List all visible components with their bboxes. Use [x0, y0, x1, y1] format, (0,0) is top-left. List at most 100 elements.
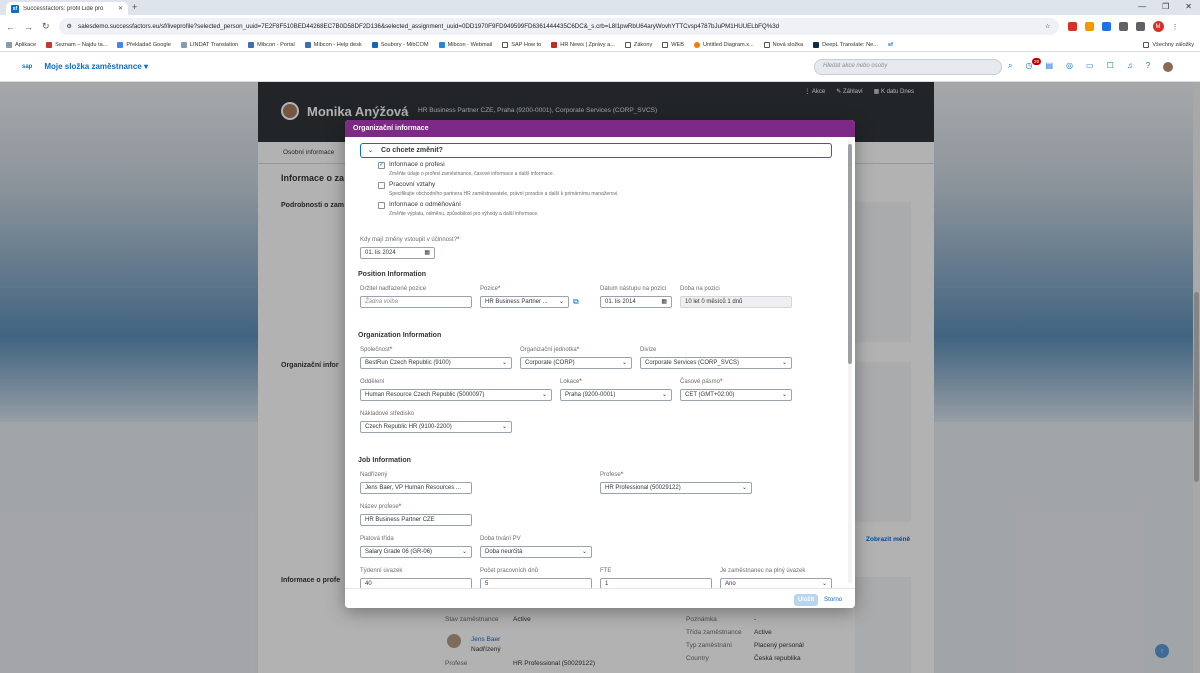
browser-tab-title: Successfactors: profil Lidé pro [23, 5, 104, 12]
bookmark-item[interactable]: Nová složka [763, 41, 803, 48]
browser-tab[interactable]: sf Successfactors: profil Lidé pro ✕ [6, 2, 128, 15]
extensions-area: M ⋮ [1067, 21, 1179, 32]
effective-date-input[interactable]: 01. lis 2024 ▦ [360, 247, 435, 259]
location-select[interactable]: Praha (9200-0001) ⌄ [560, 389, 672, 401]
calendar-icon[interactable]: ▦ [424, 249, 430, 256]
browser-profile-avatar[interactable]: M [1152, 21, 1164, 32]
bookmark-favicon-icon [180, 41, 187, 48]
bookmark-favicon-icon [551, 41, 558, 48]
checkbox[interactable] [378, 182, 385, 189]
extension-blue-icon[interactable] [1101, 22, 1111, 31]
weekly-hours-input[interactable]: 40 [360, 578, 472, 588]
chevron-down-icon: ⌄ [581, 549, 587, 555]
profession-select[interactable]: HR Professional (50029122) ⌄ [600, 482, 752, 494]
bookmark-item[interactable]: Mibcon - Help desk [304, 41, 362, 48]
support-icon[interactable]: ◎ [1066, 61, 1073, 71]
notification-bell-icon[interactable]: ♫ [1127, 61, 1133, 71]
extension-orange-icon[interactable] [1084, 22, 1094, 31]
org-info-dialog: Organizační informace ⌄ Co chcete změnit… [345, 120, 855, 608]
global-search-input[interactable]: Hledat akce nebo osoby [814, 59, 1002, 75]
sap-logo[interactable]: sap [22, 64, 32, 70]
superior-input[interactable]: Jens Baer, VP Human Resources ... [360, 482, 472, 494]
url-field[interactable]: ⚙ salesdemo.successfactors.eu/sf/livepro… [58, 18, 1059, 35]
entry-date-input[interactable]: 01. lis 2014 ▦ [600, 296, 672, 308]
fulltime-select[interactable]: Ano ⌄ [720, 578, 832, 588]
home-menu-button[interactable]: Moje složka zaměstnance ▾ [44, 62, 148, 71]
division-select[interactable]: Corporate Services (CORP_SVCS) ⌄ [640, 357, 792, 369]
chevron-down-icon: ⌄ [501, 424, 507, 430]
bookmark-item[interactable]: WEB [662, 41, 684, 48]
site-info-icon[interactable]: ⚙ [67, 23, 73, 30]
timezone-select[interactable]: CET (GMT+02:00) ⌄ [680, 389, 792, 401]
job-name-input[interactable]: HR Business Partner CZE [360, 514, 472, 526]
checkbox-checked-icon[interactable]: ✓ [378, 162, 385, 169]
chevron-down-icon[interactable]: ⌄ [368, 147, 373, 154]
cancel-button[interactable]: Storno [824, 596, 842, 603]
forward-icon[interactable]: → [24, 22, 33, 32]
dialog-body: ⌄ Co chcete změnit? ✓ Informace o profes… [345, 137, 855, 588]
change-selector-panel[interactable]: ⌄ Co chcete změnit? [360, 143, 832, 158]
notification-count-badge: 29 [1032, 58, 1042, 65]
bookmark-item[interactable]: LINDAT Translation [180, 41, 238, 48]
superior-label: Nadřízený [360, 472, 388, 478]
browser-menu-icon[interactable]: ⋮ [1172, 23, 1179, 31]
minimize-icon[interactable]: — [1138, 2, 1146, 11]
chevron-down-icon: ⌄ [461, 549, 467, 555]
extensions-menu-icon[interactable] [1118, 22, 1128, 31]
company-select[interactable]: BestRun Czech Republic (9100) ⌄ [360, 357, 512, 369]
bookmark-item[interactable]: Untitled Diagram.x... [694, 41, 754, 48]
position-select[interactable]: HR Business Partner ... ⌄ [480, 296, 569, 308]
browser-tab-bar: sf Successfactors: profil Lidé pro ✕ + —… [0, 0, 1200, 15]
contract-select[interactable]: Doba neurčitá ⌄ [480, 546, 592, 558]
close-window-icon[interactable]: ✕ [1185, 2, 1192, 11]
bookmark-item[interactable]: Zákony [624, 41, 652, 48]
dialog-scrollbar-thumb[interactable] [848, 144, 852, 364]
all-bookmarks[interactable]: Všechny záložky [1143, 41, 1194, 48]
bookmark-icon[interactable]: ☐ [1107, 61, 1114, 71]
pay-grade-select[interactable]: Salary Grade 06 (GR-06) ⌄ [360, 546, 472, 558]
maximize-icon[interactable]: ❐ [1162, 2, 1169, 11]
close-tab-icon[interactable]: ✕ [118, 5, 123, 12]
bookmark-favicon-icon [46, 41, 53, 48]
fte-input[interactable]: 1 [600, 578, 712, 588]
bookmark-item[interactable]: Mibcon - Portal [248, 41, 295, 48]
notes-icon[interactable]: ▤ [1045, 61, 1053, 71]
bookmark-item[interactable]: Aplikace [6, 41, 36, 48]
department-select[interactable]: Human Resource Czech Republic (5000097) ⌄ [360, 389, 552, 401]
org-unit-select[interactable]: Corporate (CORP) ⌄ [520, 357, 632, 369]
option-label: Informace o odměňování [389, 201, 461, 208]
pay-grade-label: Platová třída [360, 536, 394, 542]
holder-input[interactable]: Žádná volba [360, 296, 472, 308]
bookmark-item[interactable]: sf [888, 42, 893, 48]
bookmark-item[interactable]: Překladač Google [117, 41, 171, 48]
checkbox[interactable] [378, 202, 385, 209]
option-description: Změňte výplatu, odměnu, způsobilost pro … [389, 211, 539, 217]
save-button[interactable]: Uložit [794, 594, 818, 606]
calendar-icon[interactable]: ▦ [661, 298, 667, 305]
department-label: Oddělení [360, 379, 385, 385]
bookmark-item[interactable]: Mibcon - Webmail [438, 41, 492, 48]
dialog-scrollbar[interactable] [848, 141, 852, 583]
back-icon[interactable]: ← [6, 22, 15, 32]
search-icon[interactable]: ⌕ [1008, 61, 1012, 71]
bookmark-item[interactable]: DeepL Translate: Ne... [813, 41, 878, 48]
bookmark-item[interactable]: Soubory - MibCOM [371, 41, 429, 48]
duration-field: 10 let 0 měsíců 1 dnů [680, 296, 792, 308]
extension-red-icon[interactable] [1067, 22, 1077, 31]
bookmark-star-icon[interactable]: ☆ [1045, 23, 1051, 30]
side-panel-icon[interactable] [1135, 22, 1145, 31]
bookmark-item[interactable]: SAP How to [502, 41, 541, 48]
job-info-header: Job Information [358, 457, 411, 464]
bookmark-item[interactable]: HR News | Zprávy a... [551, 41, 615, 48]
bookmark-favicon-icon [694, 41, 700, 48]
new-tab-button[interactable]: + [132, 2, 137, 12]
work-days-input[interactable]: 5 [480, 578, 592, 588]
bookmark-item[interactable]: Seznam – Najdu ta... [46, 41, 107, 48]
reload-icon[interactable]: ↻ [42, 21, 50, 32]
fulltime-label: Je zaměstnanec na plný úvazek [720, 568, 806, 574]
cost-center-select[interactable]: Czech Republic HR (9100-2200) ⌄ [360, 421, 512, 433]
chat-icon[interactable]: ▭ [1086, 61, 1094, 71]
user-avatar[interactable] [1162, 61, 1174, 73]
help-icon[interactable]: ? [1146, 61, 1150, 71]
org-chart-icon[interactable]: ⧉ [573, 297, 579, 307]
